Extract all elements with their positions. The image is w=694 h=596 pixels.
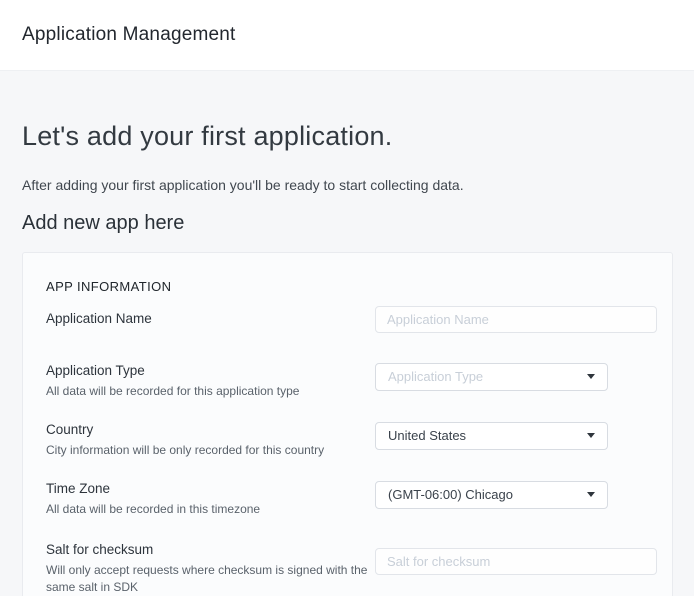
application-type-label: Application Type (46, 363, 375, 379)
application-type-label-block: Application Type All data will be record… (46, 363, 375, 400)
hero-heading: Let's add your first application. (22, 121, 694, 152)
application-type-select[interactable]: Application Type (375, 363, 608, 391)
application-name-label: Application Name (46, 311, 375, 327)
salt-label: Salt for checksum (46, 542, 375, 558)
app-information-group-label: APP INFORMATION (46, 279, 657, 294)
salt-label-block: Salt for checksum Will only accept reque… (46, 542, 375, 596)
add-app-section-title: Add new app here (22, 212, 694, 235)
timezone-label: Time Zone (46, 481, 375, 497)
timezone-help: All data will be recorded in this timezo… (46, 501, 375, 518)
application-name-label-block: Application Name (46, 311, 375, 327)
country-help: City information will be only recorded f… (46, 442, 375, 459)
app-information-card: APP INFORMATION Application Name Applica… (22, 252, 673, 596)
timezone-row: Time Zone All data will be recorded in t… (46, 481, 657, 518)
country-label: Country (46, 422, 375, 438)
caret-down-icon (587, 492, 595, 497)
hero-subheading: After adding your first application you'… (22, 176, 694, 195)
country-label-block: Country City information will be only re… (46, 422, 375, 459)
salt-row: Salt for checksum Will only accept reque… (46, 542, 657, 596)
app-header: Application Management (0, 0, 694, 71)
timezone-select-value: (GMT-06:00) Chicago (388, 487, 513, 502)
timezone-label-block: Time Zone All data will be recorded in t… (46, 481, 375, 518)
application-name-row: Application Name (46, 306, 657, 333)
salt-input[interactable] (375, 548, 657, 575)
application-name-input[interactable] (375, 306, 657, 333)
main-content: Let's add your first application. After … (0, 121, 694, 596)
country-row: Country City information will be only re… (46, 422, 657, 459)
country-select[interactable]: United States (375, 422, 608, 450)
caret-down-icon (587, 374, 595, 379)
salt-help: Will only accept requests where checksum… (46, 562, 375, 596)
timezone-select[interactable]: (GMT-06:00) Chicago (375, 481, 608, 509)
page-title: Application Management (22, 24, 236, 46)
country-select-value: United States (388, 428, 466, 443)
application-type-help: All data will be recorded for this appli… (46, 383, 375, 400)
caret-down-icon (587, 433, 595, 438)
application-type-select-value: Application Type (388, 369, 483, 384)
application-type-row: Application Type All data will be record… (46, 363, 657, 400)
